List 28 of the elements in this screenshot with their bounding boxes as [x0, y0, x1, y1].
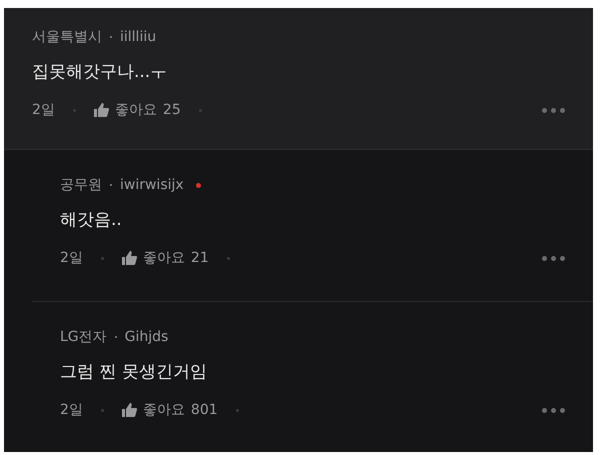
- like-label[interactable]: 좋아요: [142, 249, 185, 267]
- author-name[interactable]: Gihjds: [124, 329, 168, 345]
- separator-dot: [110, 36, 112, 38]
- author-name[interactable]: iwirwisijx: [120, 177, 184, 193]
- author-affiliation: 공무원: [60, 176, 102, 194]
- thumbs-up-icon[interactable]: [122, 251, 137, 265]
- comment-text: 집못해갓구나...ㅜ: [32, 61, 168, 83]
- separator-dot: [226, 256, 230, 260]
- separator-dot: [114, 336, 117, 338]
- separator-dot: [100, 256, 104, 260]
- author-affiliation: 서울특별시: [32, 28, 102, 46]
- separator-dot: [100, 408, 104, 412]
- separator-dot: [236, 408, 239, 412]
- comment-age: 2일: [60, 401, 83, 419]
- comment-age: 2일: [60, 249, 83, 267]
- like-label[interactable]: 좋아요: [114, 101, 157, 119]
- thumbs-up-icon[interactable]: [122, 403, 137, 417]
- author-affiliation: LG전자: [60, 328, 107, 346]
- comment-age: 2일: [32, 101, 55, 119]
- like-count: 21: [190, 250, 209, 266]
- like-label[interactable]: 좋아요: [142, 401, 185, 419]
- comment-text: 그럼 찐 못생긴거임: [60, 361, 208, 383]
- like-count: 801: [190, 402, 218, 418]
- separator-dot: [110, 184, 112, 186]
- author-name[interactable]: iillliiu: [120, 29, 156, 45]
- like-count: 25: [162, 102, 181, 118]
- thumbs-up-icon[interactable]: [94, 103, 109, 117]
- comment-text: 해갓음..: [60, 209, 123, 231]
